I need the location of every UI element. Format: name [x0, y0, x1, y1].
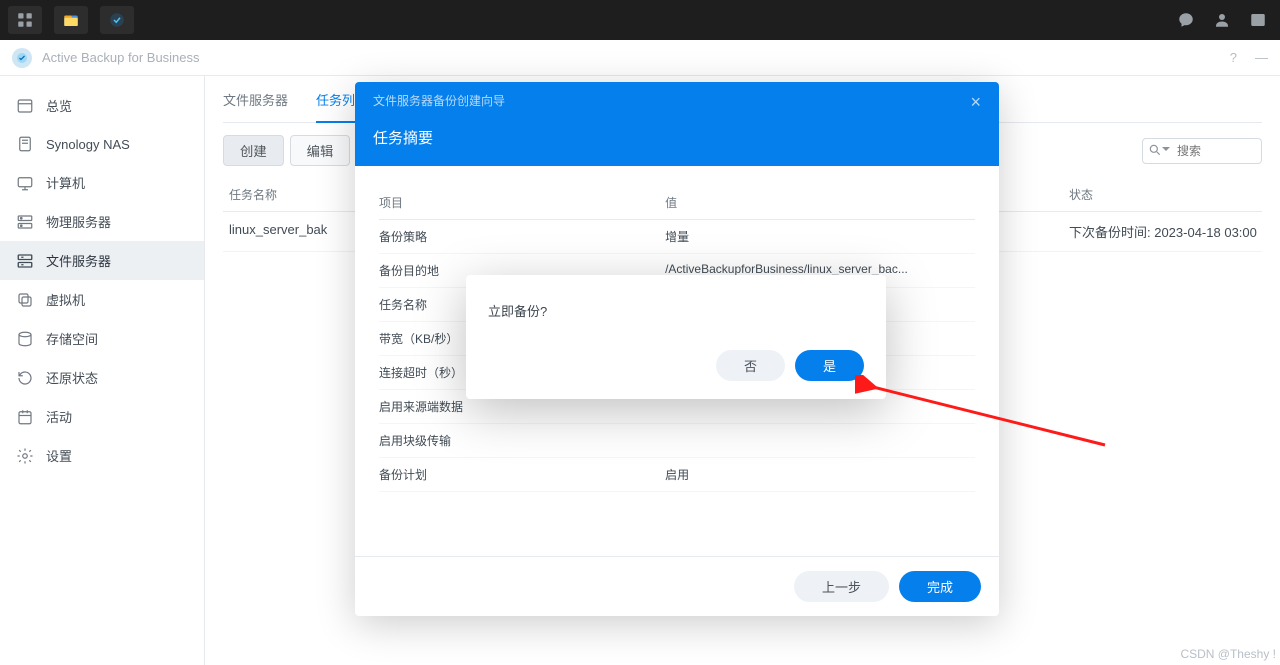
- taskbar-panel-icon[interactable]: [1244, 6, 1272, 34]
- sidebar-item-overview[interactable]: 总览: [0, 86, 204, 125]
- server-icon: [16, 213, 34, 231]
- summary-key: 备份计划: [379, 466, 665, 483]
- yes-button[interactable]: 是: [795, 350, 864, 381]
- sidebar-item-pc[interactable]: 计算机: [0, 163, 204, 202]
- wizard-breadcrumb: 文件服务器备份创建向导: [373, 92, 505, 113]
- sidebar-item-label: 还原状态: [46, 368, 98, 387]
- confirm-dialog: 立即备份? 否 是: [466, 275, 886, 399]
- taskbar-apps-icon[interactable]: [8, 6, 42, 34]
- summary-val: [665, 432, 975, 449]
- chevron-down-icon[interactable]: [1162, 147, 1170, 155]
- cell-status: 下次备份时间: 2023-04-18 03:00: [1063, 222, 1262, 241]
- vm-icon: [16, 291, 34, 309]
- app-title: Active Backup for Business: [42, 50, 200, 65]
- taskbar-activebackup-icon[interactable]: [100, 6, 134, 34]
- confirm-text: 立即备份?: [488, 301, 864, 320]
- sidebar-item-storage[interactable]: 存储空间: [0, 319, 204, 358]
- sidebar-item-restore[interactable]: 还原状态: [0, 358, 204, 397]
- wizard-footer: 上一步 完成: [355, 556, 999, 616]
- app-titlebar: Active Backup for Business ? —: [0, 40, 1280, 76]
- sidebar: 总览 Synology NAS 计算机 物理服务器 文件服务器 虚拟机 存储空间: [0, 76, 205, 665]
- app-logo-icon: [12, 48, 32, 68]
- summary-key: 启用块级传输: [379, 432, 665, 449]
- sidebar-item-label: 总览: [46, 96, 72, 115]
- sidebar-item-server[interactable]: 物理服务器: [0, 202, 204, 241]
- storage-icon: [16, 330, 34, 348]
- taskbar-filestation-icon[interactable]: [54, 6, 88, 34]
- summary-val: 启用: [665, 466, 975, 483]
- help-icon[interactable]: ?: [1230, 50, 1237, 65]
- sidebar-item-label: 虚拟机: [46, 290, 85, 309]
- summary-key: 备份策略: [379, 228, 665, 245]
- create-button[interactable]: 创建: [223, 135, 284, 166]
- os-taskbar: [0, 0, 1280, 40]
- nas-icon: [16, 135, 34, 153]
- minimize-icon[interactable]: —: [1255, 50, 1268, 65]
- sidebar-item-label: 活动: [46, 407, 72, 426]
- activity-icon: [16, 408, 34, 426]
- summary-val: 增量: [665, 228, 975, 245]
- pc-icon: [16, 174, 34, 192]
- summary-col-key: 项目: [379, 194, 665, 211]
- search-icon: [1148, 143, 1162, 157]
- wizard-header: 文件服务器备份创建向导 × 任务摘要: [355, 82, 999, 166]
- tab-fileserver[interactable]: 文件服务器: [223, 90, 288, 122]
- summary-col-val: 值: [665, 194, 975, 211]
- taskbar-chat-icon[interactable]: [1172, 6, 1200, 34]
- search-wrap: [1142, 138, 1262, 164]
- done-button[interactable]: 完成: [899, 571, 981, 602]
- sidebar-item-nas[interactable]: Synology NAS: [0, 125, 204, 163]
- gear-icon: [16, 447, 34, 465]
- taskbar-user-icon[interactable]: [1208, 6, 1236, 34]
- fileserver-icon: [16, 252, 34, 270]
- overview-icon: [16, 97, 34, 115]
- summary-val: [665, 398, 975, 415]
- watermark: CSDN @Theshy !: [1180, 647, 1276, 661]
- edit-button[interactable]: 编辑: [290, 135, 351, 166]
- summary-key: 启用来源端数据: [379, 398, 665, 415]
- prev-button[interactable]: 上一步: [794, 571, 889, 602]
- sidebar-item-label: 文件服务器: [46, 251, 111, 270]
- restore-icon: [16, 369, 34, 387]
- sidebar-item-label: 计算机: [46, 173, 85, 192]
- col-header-status[interactable]: 状态: [1063, 186, 1262, 203]
- no-button[interactable]: 否: [716, 350, 785, 381]
- sidebar-item-fileserver[interactable]: 文件服务器: [0, 241, 204, 280]
- sidebar-item-label: 存储空间: [46, 329, 98, 348]
- sidebar-item-settings[interactable]: 设置: [0, 436, 204, 475]
- sidebar-item-label: Synology NAS: [46, 137, 130, 152]
- close-icon[interactable]: ×: [970, 92, 981, 113]
- sidebar-item-vm[interactable]: 虚拟机: [0, 280, 204, 319]
- sidebar-item-label: 物理服务器: [46, 212, 111, 231]
- wizard-title: 任务摘要: [373, 127, 981, 148]
- sidebar-item-label: 设置: [46, 446, 72, 465]
- sidebar-item-activity[interactable]: 活动: [0, 397, 204, 436]
